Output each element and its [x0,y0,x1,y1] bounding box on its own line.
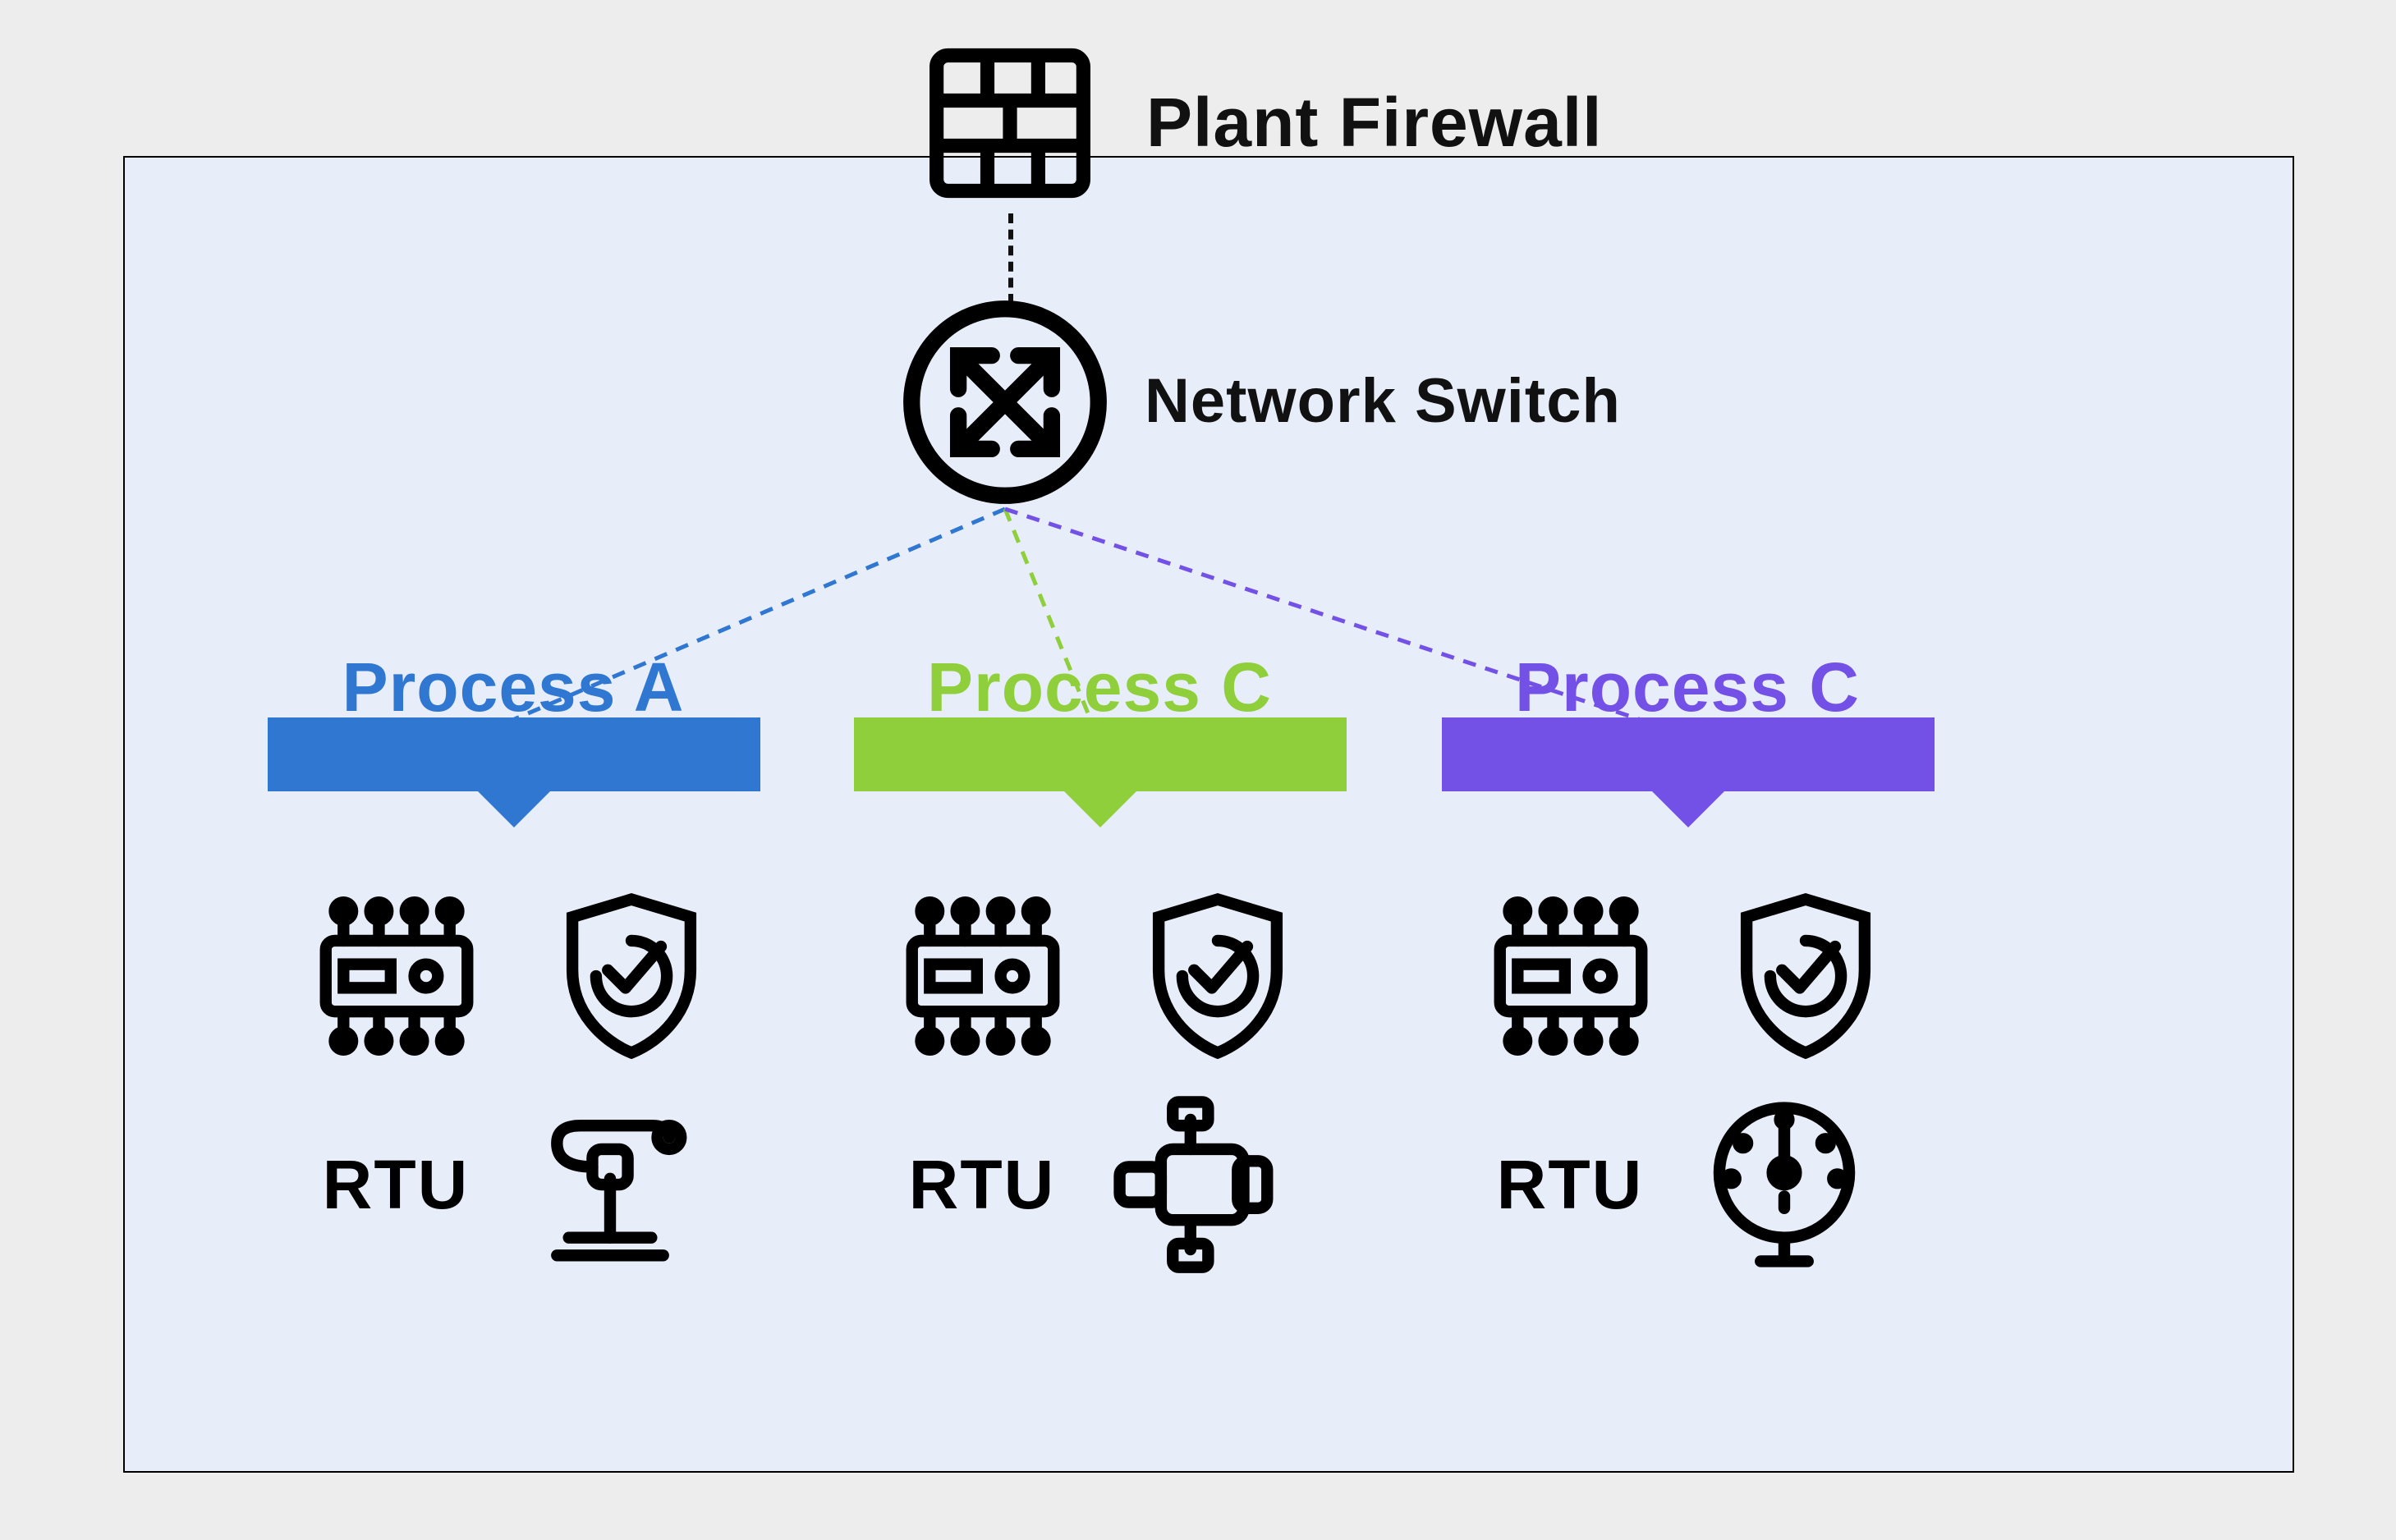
process-c-banner [1441,717,1934,791]
process-a-label: Process A [342,649,685,727]
plc-icon [1476,882,1664,1070]
plc-icon [888,882,1076,1070]
shield-check-icon [1122,882,1311,1070]
process-c-label: Process C [1515,649,1860,727]
firewall-switch-link [1008,213,1013,304]
process-b-label: Process C [927,649,1272,727]
process-b-banner [853,717,1346,791]
process-a-banner [267,717,760,791]
pump-icon [1101,1090,1290,1279]
gauge-icon [1689,1090,1878,1279]
plc-icon [301,882,490,1070]
shield-check-icon [1710,882,1899,1070]
rtu-label: RTU [909,1090,1056,1279]
switch-label: Network Switch [1145,367,1621,438]
process-a: Process A [230,649,796,1279]
shield-check-icon [536,882,725,1070]
firewall-node: Plant Firewall [920,33,1603,213]
switch-icon [898,296,1112,509]
process-b: Process C [816,649,1383,1279]
firewall-label: Plant Firewall [1146,84,1603,163]
switch-node: Network Switch [898,296,1621,509]
rtu-label: RTU [323,1090,470,1279]
diagram-canvas: Plant Firewall Network Switch Process A [0,0,2396,1540]
rtu-label: RTU [1497,1090,1644,1279]
valve-actuator-icon [515,1090,704,1279]
firewall-icon [920,33,1100,213]
process-c: Process C [1404,649,1971,1279]
